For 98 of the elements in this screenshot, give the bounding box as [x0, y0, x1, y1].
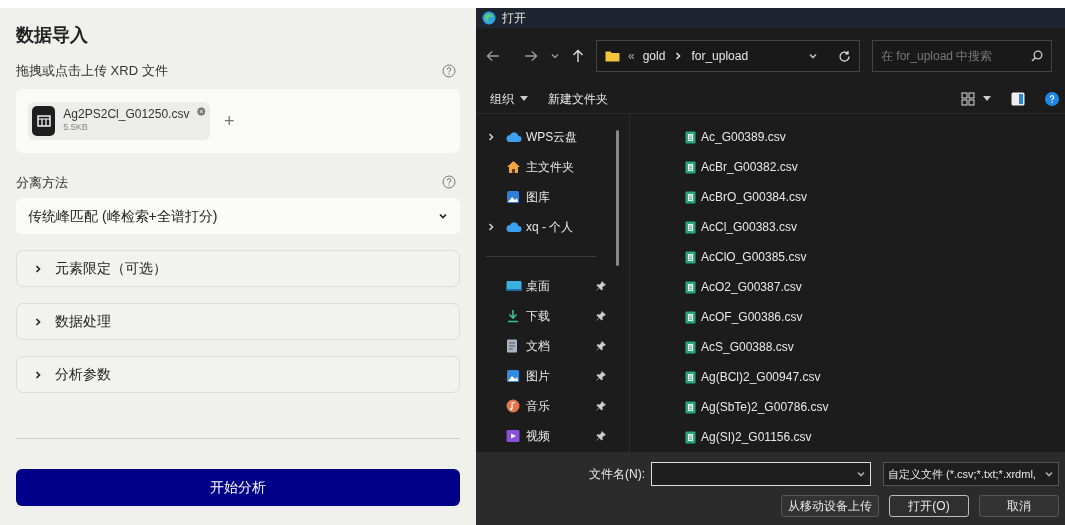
- chevron-down-icon: [808, 51, 818, 61]
- panel-title: 数据导入: [16, 24, 89, 47]
- chevron-right-icon: [33, 369, 43, 380]
- spreadsheet-file-icon: [685, 340, 696, 354]
- file-item[interactable]: AcOF_G00386.csv: [685, 302, 829, 332]
- help-icon[interactable]: [1045, 91, 1059, 106]
- nav-item[interactable]: 下载: [486, 301, 606, 331]
- upload-area[interactable]: Ag2PS2Cl_G01250.csv 5.5KB +: [16, 88, 460, 153]
- pin-icon[interactable]: [596, 371, 606, 381]
- accordion-header[interactable]: 分析参数: [16, 356, 460, 393]
- file-item[interactable]: Ag(SbTe)2_G00786.csv: [685, 392, 829, 422]
- music-icon: [506, 399, 520, 413]
- start-analysis-button[interactable]: 开始分析: [16, 469, 460, 506]
- spreadsheet-file-icon: [685, 250, 696, 264]
- toolbar-button[interactable]: 新建文件夹: [548, 89, 608, 108]
- method-label: 分离方法: [16, 173, 68, 192]
- folder-icon: [605, 50, 620, 62]
- nav-item[interactable]: 图库: [486, 182, 606, 212]
- file-name: Ag2PS2Cl_G01250.csv: [63, 107, 190, 121]
- spreadsheet-file-icon: [685, 430, 696, 444]
- breadcrumb-item[interactable]: gold: [642, 47, 666, 65]
- cloud-icon: [506, 221, 522, 233]
- file-item[interactable]: Ag(SI)2_G01156.csv: [685, 422, 829, 452]
- image-icon: [506, 190, 520, 204]
- spreadsheet-file-icon: [685, 190, 696, 204]
- nav-item[interactable]: 文档: [486, 331, 606, 361]
- upload-label: 拖拽或点击上传 XRD 文件: [16, 62, 168, 80]
- image-icon: [506, 369, 520, 383]
- file-item[interactable]: AcBrO_G00384.csv: [685, 182, 829, 212]
- breadcrumb-item[interactable]: for_upload: [691, 47, 749, 65]
- file-item[interactable]: Ac_G00389.csv: [685, 122, 829, 152]
- table-file-icon: [32, 105, 56, 136]
- cloud-icon: [506, 131, 522, 143]
- toolbar-button[interactable]: 组织: [490, 89, 528, 108]
- nav-item[interactable]: xq - 个人: [486, 212, 606, 242]
- chevron-right-icon: [33, 316, 43, 327]
- spreadsheet-file-icon: [685, 370, 696, 384]
- pin-icon[interactable]: [596, 341, 606, 351]
- dialog-button[interactable]: 打开(O): [889, 495, 969, 517]
- download-icon: [506, 309, 520, 323]
- pin-icon[interactable]: [596, 401, 606, 411]
- file-item[interactable]: AcS_G00388.csv: [685, 332, 829, 362]
- pin-icon[interactable]: [596, 431, 606, 441]
- desktop-icon: [506, 280, 522, 292]
- chevron-down-icon: [1044, 469, 1054, 479]
- filename-label: 文件名(N):: [589, 466, 645, 483]
- spreadsheet-file-icon: [685, 130, 696, 144]
- spreadsheet-file-icon: [685, 400, 696, 414]
- file-item[interactable]: AcO2_G00387.csv: [685, 272, 829, 302]
- forward-arrow-icon[interactable]: [524, 50, 538, 62]
- preview-pane-icon[interactable]: [1011, 91, 1025, 106]
- view-grid-icon[interactable]: [961, 91, 975, 106]
- file-type-select[interactable]: 自定义文件 (*.csv;*.txt;*.xrdml,: [883, 462, 1059, 486]
- file-item[interactable]: AcBr_G00382.csv: [685, 152, 829, 182]
- address-bar[interactable]: « gold for_upload: [596, 40, 860, 72]
- nav-item[interactable]: WPS云盘: [486, 122, 606, 152]
- filename-field[interactable]: [651, 462, 871, 486]
- nav-item[interactable]: 视频: [486, 421, 606, 451]
- chevron-down-icon: [856, 469, 866, 479]
- chevron-right-icon: [486, 132, 496, 142]
- browser-logo-icon: [482, 11, 496, 25]
- pin-icon[interactable]: [596, 281, 606, 291]
- breadcrumb-overflow[interactable]: «: [628, 47, 635, 65]
- nav-item[interactable]: 主文件夹: [486, 152, 606, 182]
- spreadsheet-file-icon: [685, 220, 696, 234]
- search-field[interactable]: 在 for_upload 中搜索: [872, 40, 1052, 72]
- search-icon: [1031, 50, 1043, 62]
- refresh-icon[interactable]: [838, 49, 851, 63]
- remove-icon[interactable]: [197, 105, 206, 117]
- document-icon: [506, 339, 518, 353]
- file-item[interactable]: AcCl_G00383.csv: [685, 212, 829, 242]
- file-item[interactable]: AcClO_G00385.csv: [685, 242, 829, 272]
- nav-item[interactable]: 图片: [486, 361, 606, 391]
- spreadsheet-file-icon: [685, 280, 696, 294]
- recent-dropdown-icon[interactable]: [550, 51, 560, 61]
- accordion-header[interactable]: 元素限定（可选）: [16, 250, 460, 287]
- spreadsheet-file-icon: [685, 310, 696, 324]
- method-select[interactable]: 传统峰匹配 (峰检索+全谱打分): [16, 198, 460, 234]
- dialog-title: 打开: [502, 10, 526, 27]
- nav-item[interactable]: 音乐: [486, 391, 606, 421]
- file-item[interactable]: Ag(BCl)2_G00947.csv: [685, 362, 829, 392]
- back-arrow-icon[interactable]: [486, 50, 500, 62]
- caret-icon: [520, 96, 528, 101]
- accordion-header[interactable]: 数据处理: [16, 303, 460, 340]
- file-size: 5.5KB: [63, 121, 89, 134]
- house-icon: [506, 160, 521, 174]
- up-arrow-icon[interactable]: [572, 49, 584, 63]
- chevron-right-icon: [486, 222, 496, 232]
- chevron-right-icon: [33, 263, 43, 274]
- dialog-button[interactable]: 取消: [979, 495, 1059, 517]
- spreadsheet-file-icon: [685, 160, 696, 174]
- nav-item[interactable]: 桌面: [486, 271, 606, 301]
- dialog-button[interactable]: 从移动设备上传: [781, 495, 879, 517]
- video-icon: [506, 429, 520, 443]
- chevron-down-icon: [438, 211, 448, 221]
- add-file-button[interactable]: +: [224, 111, 235, 130]
- pin-icon[interactable]: [596, 311, 606, 321]
- dropdown-icon[interactable]: [983, 96, 991, 101]
